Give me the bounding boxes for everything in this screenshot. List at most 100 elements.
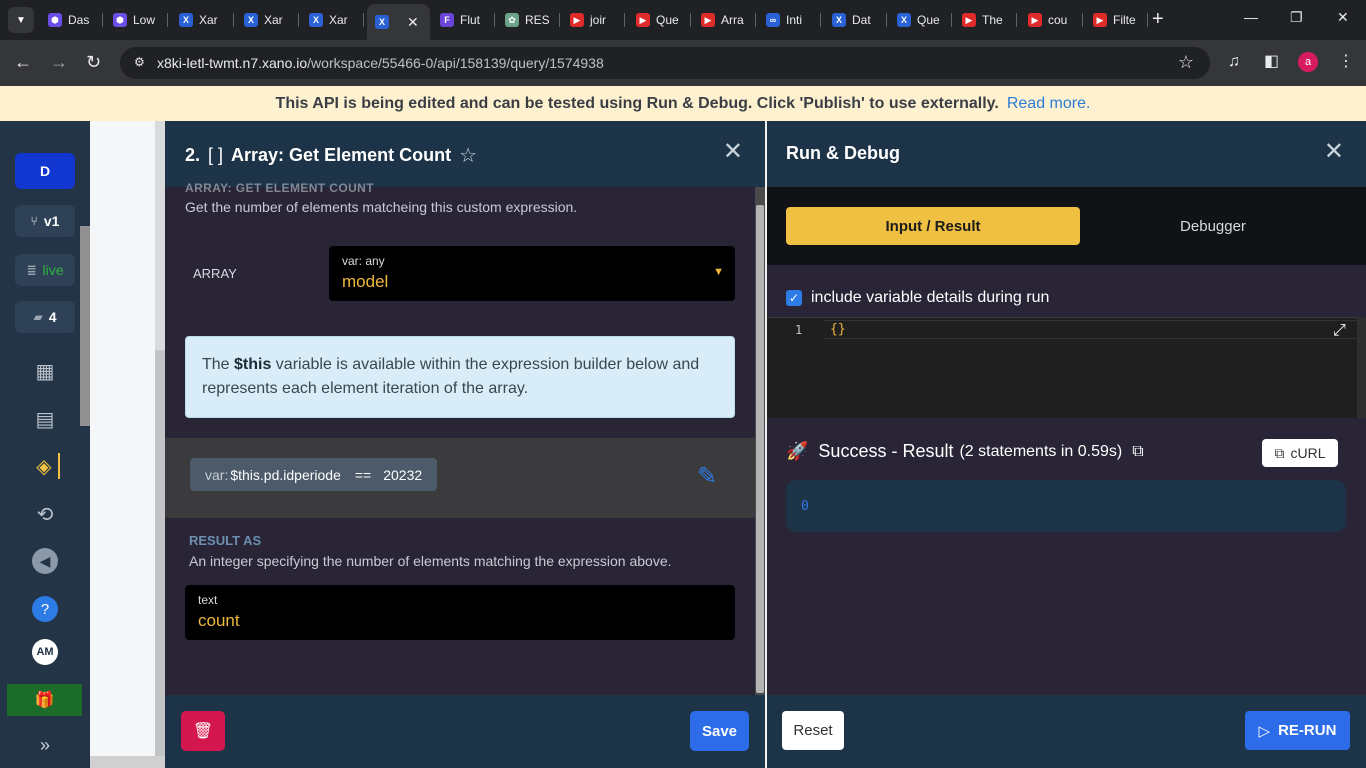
tab-separator bbox=[690, 13, 691, 27]
function-name: Array: Get Element Count bbox=[231, 145, 452, 165]
profile-avatar[interactable]: a bbox=[1298, 52, 1318, 72]
expand-rail-icon[interactable]: » bbox=[32, 732, 58, 758]
canvas-horizontal-scrollbar[interactable] bbox=[90, 756, 165, 768]
browser-menu-icon[interactable]: ⋮ bbox=[1338, 53, 1354, 71]
include-details-row[interactable]: ✓ include variable details during run bbox=[786, 289, 1049, 307]
tab-search-chevron-icon[interactable]: ▼ bbox=[8, 7, 34, 33]
banner-read-more-link[interactable]: Read more. bbox=[1007, 95, 1091, 113]
user-avatar[interactable]: AM bbox=[32, 639, 58, 665]
browser-tab[interactable]: ⬢ Das bbox=[40, 6, 103, 34]
bookmark-star-icon[interactable]: ☆ bbox=[1178, 52, 1194, 73]
browser-tab[interactable]: ⬢ Low bbox=[105, 6, 168, 34]
back-arrow-icon[interactable]: ← bbox=[14, 52, 32, 72]
rocket-icon: 🚀 bbox=[786, 441, 809, 461]
browser-tab[interactable]: ▶ Arra bbox=[693, 6, 756, 34]
browser-tab[interactable]: ▶ joir bbox=[562, 6, 625, 34]
api-icon[interactable]: ◈ bbox=[30, 453, 60, 479]
browser-tab[interactable]: ✿ RES bbox=[497, 6, 560, 34]
run-debug-header: Run & Debug ✕ bbox=[767, 121, 1366, 187]
browser-tab[interactable]: F Flut bbox=[432, 6, 495, 34]
workspace-button[interactable]: D bbox=[15, 153, 75, 189]
editor-scrollbar[interactable] bbox=[1357, 317, 1366, 418]
tab-separator bbox=[951, 13, 952, 27]
help-icon[interactable]: ? bbox=[32, 596, 58, 622]
delete-trash-icon[interactable]: 🗑 bbox=[181, 711, 225, 751]
side-panel-icon[interactable]: ◧ bbox=[1264, 53, 1279, 71]
browser-tab[interactable]: X Xar bbox=[171, 6, 234, 34]
expression-row: var: $this.pd.idperiode == 20232 ✎ bbox=[165, 438, 755, 518]
copy-icon: ⧉ bbox=[1274, 444, 1285, 461]
tab-favicon-icon: X bbox=[179, 13, 193, 27]
browser-tab[interactable]: X ✕ bbox=[367, 4, 430, 40]
editor-code[interactable]: {} bbox=[830, 322, 846, 337]
tab-label: cou bbox=[1048, 13, 1068, 27]
tab-separator bbox=[167, 13, 168, 27]
rerun-button[interactable]: ▷ RE-RUN bbox=[1245, 711, 1350, 750]
megaphone-icon[interactable]: ◀ bbox=[32, 548, 58, 574]
restore-icon[interactable]: ❐ bbox=[1290, 9, 1303, 26]
browser-tab[interactable]: ▶ The bbox=[954, 6, 1017, 34]
curl-button[interactable]: ⧉ cURL bbox=[1262, 439, 1338, 467]
reload-icon[interactable]: ↻ bbox=[86, 52, 101, 72]
save-button[interactable]: Save bbox=[690, 711, 749, 751]
tab-label: Que bbox=[656, 13, 679, 27]
browser-tab[interactable]: X Dat bbox=[824, 6, 887, 34]
expression-pill[interactable]: var: $this.pd.idperiode == 20232 bbox=[190, 458, 438, 491]
canvas-scrollbar-thumb[interactable] bbox=[155, 350, 165, 760]
tab-favicon-icon: X bbox=[897, 13, 911, 27]
favorite-star-icon[interactable]: ☆ bbox=[459, 143, 477, 168]
array-brackets-icon: [ ] bbox=[208, 145, 224, 165]
browser-tab[interactable]: X Que bbox=[889, 6, 952, 34]
tab-separator bbox=[1016, 13, 1017, 27]
browser-tab[interactable]: X Xar bbox=[236, 6, 299, 34]
expand-editor-icon[interactable]: ⤢ bbox=[1333, 322, 1346, 340]
tab-close-icon[interactable]: ✕ bbox=[407, 14, 419, 31]
browser-tab[interactable]: ▶ Filte bbox=[1085, 6, 1148, 34]
window-close-icon[interactable]: ✕ bbox=[1337, 9, 1349, 26]
step-number: 2. bbox=[185, 145, 201, 165]
media-controls-icon[interactable]: ♫ bbox=[1228, 53, 1240, 71]
array-input[interactable]: var: any model ▼ bbox=[329, 246, 735, 301]
dropdown-caret-icon[interactable]: ▼ bbox=[713, 266, 724, 278]
browser-tab[interactable]: ∞ Inti bbox=[758, 6, 821, 34]
branch-icon: ⑂ bbox=[30, 214, 38, 228]
tab-debugger[interactable]: Debugger bbox=[1079, 207, 1347, 245]
reset-button[interactable]: Reset bbox=[782, 711, 844, 750]
comments-count: 4 bbox=[48, 309, 57, 325]
tab-separator bbox=[1147, 13, 1148, 27]
new-tab-plus-icon[interactable]: + bbox=[1152, 8, 1164, 30]
rail-scrollbar[interactable] bbox=[80, 226, 90, 426]
forward-arrow-icon[interactable]: → bbox=[50, 52, 68, 72]
result-variable-input[interactable]: text count bbox=[185, 585, 735, 640]
site-settings-icon[interactable]: ⚙ bbox=[134, 55, 145, 69]
include-details-checkbox[interactable]: ✓ bbox=[786, 290, 802, 306]
close-run-debug-icon[interactable]: ✕ bbox=[1324, 139, 1344, 165]
panel-scrollbar-thumb[interactable] bbox=[756, 205, 764, 693]
url-omnibox[interactable]: ⚙ x8ki-letl-twmt.n7.xano.io/workspace/55… bbox=[120, 47, 1210, 79]
dashboard-icon[interactable]: ▦ bbox=[32, 358, 58, 384]
function-title: 2. [ ] Array: Get Element Count ☆ bbox=[185, 143, 477, 168]
browser-tab[interactable]: X Xar bbox=[301, 6, 364, 34]
tab-input-result[interactable]: Input / Result bbox=[786, 207, 1080, 245]
info-text-post: variable is available within the express… bbox=[202, 356, 700, 397]
history-icon[interactable]: ⟲ bbox=[32, 501, 58, 527]
tab-separator bbox=[494, 13, 495, 27]
tab-label: Dat bbox=[852, 13, 871, 27]
curl-label: cURL bbox=[1290, 445, 1326, 461]
browser-tab[interactable]: ▶ cou bbox=[1020, 6, 1083, 34]
result-as-label: RESULT AS bbox=[189, 533, 262, 548]
edit-pencil-icon[interactable]: ✎ bbox=[697, 464, 717, 490]
url-text[interactable]: x8ki-letl-twmt.n7.xano.io/workspace/5546… bbox=[157, 55, 604, 71]
environment-button[interactable]: ≣ live bbox=[15, 254, 75, 286]
close-function-panel-icon[interactable]: ✕ bbox=[723, 139, 743, 165]
database-tables-icon[interactable]: ▤ bbox=[32, 406, 58, 432]
version-button[interactable]: ⑂ v1 bbox=[15, 205, 75, 237]
gift-icon[interactable]: 🎁 bbox=[7, 684, 82, 716]
input-json-editor[interactable]: 1 {} ⤢ bbox=[767, 317, 1357, 418]
minimize-icon[interactable]: — bbox=[1244, 9, 1258, 25]
copy-result-icon[interactable]: ⧉ bbox=[1132, 443, 1143, 461]
rerun-label: RE-RUN bbox=[1278, 722, 1337, 739]
comments-button[interactable]: ▰ 4 bbox=[15, 301, 75, 333]
browser-tab[interactable]: ▶ Que bbox=[628, 6, 691, 34]
result-type-label: text bbox=[198, 593, 218, 607]
